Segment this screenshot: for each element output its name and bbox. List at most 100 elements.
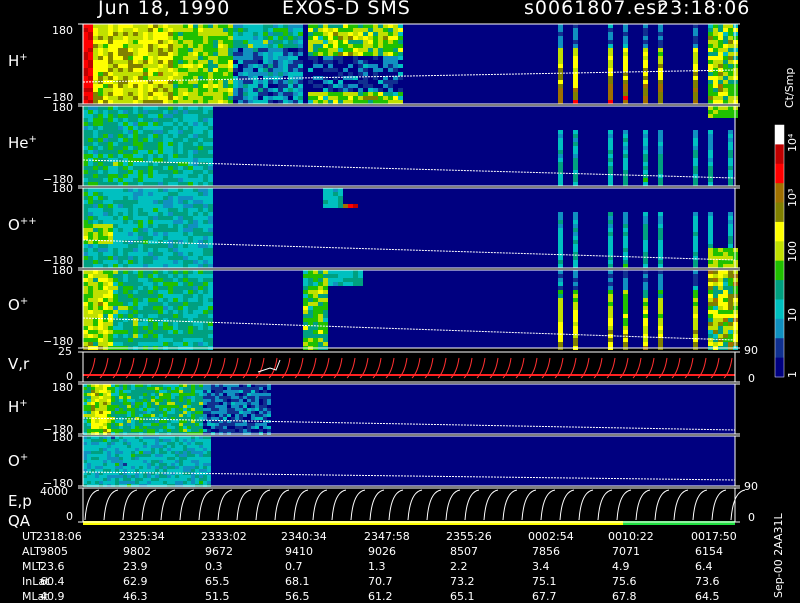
h-plus-low-panel-cell: [111, 411, 115, 414]
h-plus-panel-cell: [118, 48, 123, 52]
o-plusplus-panel-cell: [158, 244, 163, 248]
o-plusplus-panel-cell: [108, 192, 113, 196]
o-plusplus-panel-cell: [128, 260, 133, 264]
o-plusplus-panel-cell: [158, 248, 163, 252]
h-plus-panel-cell: [123, 88, 128, 92]
h-plus-panel-cell: [313, 56, 318, 60]
h-plus-low-panel-cell: [187, 399, 191, 402]
o-plus-panel-cell: [623, 306, 628, 310]
h-plus-panel-cell: [343, 36, 348, 40]
h-plus-panel-cell: [313, 28, 318, 32]
o-plus-low-panel-cell: [187, 439, 191, 442]
h-plus-panel-cell: [213, 28, 218, 32]
he-plus-panel-cell: [573, 138, 578, 142]
h-plus-panel-cell: [718, 84, 723, 88]
o-plus-panel-cell: [693, 330, 698, 334]
o-plusplus-panel-cell: [193, 204, 198, 208]
h-plus-panel-cell: [343, 48, 348, 52]
h-plus-panel-cell: [378, 80, 383, 84]
o-plus-panel-cell: [168, 270, 173, 274]
he-plus-panel-cell: [123, 130, 128, 134]
h-plus-low-panel-cell: [171, 411, 175, 414]
o-plusplus-panel-cell: [128, 216, 133, 220]
he-plus-panel-cell: [158, 110, 163, 114]
o-plusplus-panel-cell: [138, 244, 143, 248]
he-plus-panel-cell: [153, 174, 158, 178]
h-plus-panel-cell: [228, 60, 233, 64]
h-plus-panel-cell: [168, 96, 173, 100]
o-plusplus-panel-cell: [168, 216, 173, 220]
he-plus-panel-cell: [103, 114, 108, 118]
o-plusplus-panel-cell: [123, 252, 128, 256]
he-plus-panel-cell: [163, 126, 168, 130]
he-plus-panel-cell: [148, 182, 153, 186]
he-plus-panel-cell: [88, 178, 93, 182]
he-plus-panel-cell: [708, 110, 713, 114]
o-plusplus-panel-cell: [643, 216, 648, 220]
o-plus-panel-cell: [158, 330, 163, 334]
o-plus-panel-cell: [558, 310, 563, 314]
o-plusplus-panel-cell: [168, 208, 173, 212]
o-plus-panel-cell: [178, 314, 183, 318]
o-plus-panel-cell: [148, 338, 153, 342]
o-plus-panel-cell: [113, 314, 118, 318]
h-plus-panel-cell: [243, 64, 248, 68]
h-plus-panel-cell: [103, 24, 108, 28]
he-plus-panel-cell: [158, 178, 163, 182]
o-plusplus-panel-cell: [133, 264, 138, 268]
o-plus-panel-cell: [168, 306, 173, 310]
o-plusplus-panel-cell: [153, 236, 158, 240]
he-plus-panel-cell: [178, 114, 183, 118]
h-plus-panel-cell: [163, 76, 168, 80]
he-plus-panel-cell: [143, 114, 148, 118]
o-plusplus-panel-cell: [158, 216, 163, 220]
h-plus-low-panel-cell: [235, 402, 239, 405]
h-plus-panel-cell: [88, 68, 93, 72]
o-plus-low-panel-cell: [107, 481, 111, 484]
h-plus-panel-cell: [178, 60, 183, 64]
o-plus-panel-cell: [693, 326, 698, 330]
h-plus-panel-cell: [118, 80, 123, 84]
h-plus-panel-cell: [238, 80, 243, 84]
o-plus-panel-cell: [133, 306, 138, 310]
o-plus-panel-cell: [713, 274, 718, 278]
o-plus-panel-cell: [723, 278, 728, 282]
o-plus-low-panel-cell: [195, 469, 199, 472]
h-plus-low-panel-cell: [187, 405, 191, 408]
o-plusplus-panel-cell: [608, 232, 613, 236]
h-plus-panel-cell: [243, 44, 248, 48]
h-plus-panel-cell: [573, 84, 578, 88]
o-plusplus-panel-cell: [168, 252, 173, 256]
h-plus-low-panel-cell: [251, 414, 255, 417]
h-plus-panel-cell: [113, 92, 118, 96]
o-plus-low-panel-cell: [127, 478, 131, 481]
h-plus-panel-cell: [108, 32, 113, 36]
h-plus-panel-cell: [108, 64, 113, 68]
h-plus-panel-cell: [718, 60, 723, 64]
o-plus-low-panel-cell: [191, 445, 195, 448]
he-plus-panel-cell: [558, 130, 563, 134]
h-plus-low-panel-cell: [179, 402, 183, 405]
h-plus-panel-cell: [218, 44, 223, 48]
h-plus-panel-cell: [708, 88, 713, 92]
he-plus-panel-cell: [113, 174, 118, 178]
o-plus-panel-cell: [98, 310, 103, 314]
o-plus-low-panel-cell: [103, 454, 107, 457]
o-plus-low-panel-cell: [167, 457, 171, 460]
h-plus-panel-cell: [123, 84, 128, 88]
o-plusplus-panel-cell: [143, 204, 148, 208]
he-plus-panel-cell: [718, 106, 723, 110]
o-plusplus-panel-cell: [123, 204, 128, 208]
h-plus-low-panel-cell: [95, 426, 99, 429]
h-plus-panel-cell: [273, 32, 278, 36]
o-plusplus-panel-cell: [163, 196, 168, 200]
h-plus-low-panel-cell: [91, 402, 95, 405]
h-plus-panel-cell: [363, 100, 368, 104]
h-plus-panel-cell: [133, 60, 138, 64]
h-plus-low-panel-cell: [139, 411, 143, 414]
h-plus-low-panel-cell: [263, 414, 267, 417]
h-plus-panel-cell: [88, 36, 93, 40]
o-plus-low-panel-cell: [99, 478, 103, 481]
o-plus-panel-cell: [163, 294, 168, 298]
h-plus-panel-cell: [108, 36, 113, 40]
